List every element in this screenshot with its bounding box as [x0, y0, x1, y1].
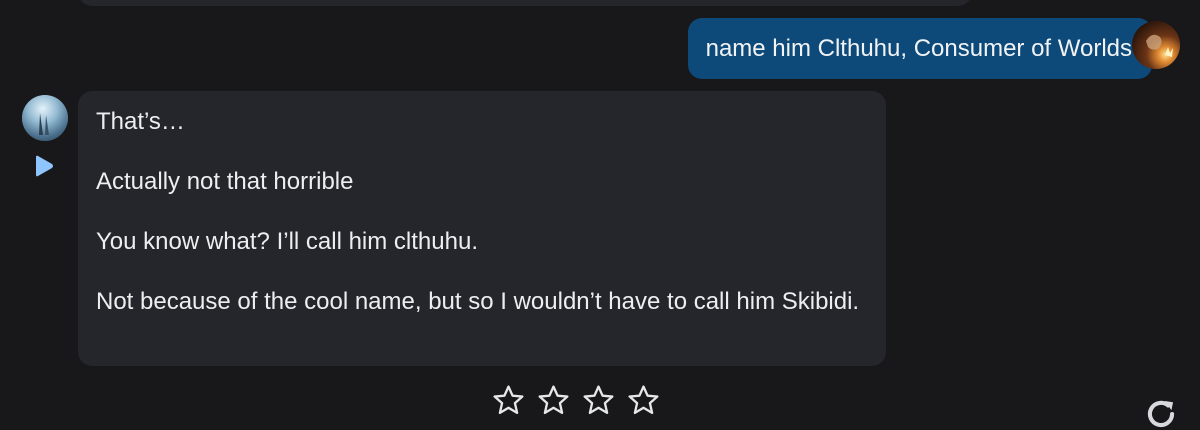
star-1-icon[interactable] — [491, 383, 526, 418]
bot-message-paragraph: You know what? I’ll call him clthuhu. — [96, 228, 478, 255]
rating-stars — [491, 383, 661, 418]
star-3-icon[interactable] — [581, 383, 616, 418]
user-message-bubble: name him Clthuhu, Consumer of Worlds — [687, 18, 1152, 79]
previous-message-bubble — [78, 0, 972, 6]
refresh-icon[interactable] — [1142, 395, 1180, 430]
star-2-icon[interactable] — [536, 383, 571, 418]
bot-message-paragraph: Actually not that horrible — [96, 168, 354, 195]
star-4-icon[interactable] — [626, 383, 661, 418]
chat-screen: name him Clthuhu, Consumer of Worlds Tha… — [0, 0, 1200, 430]
bot-message-bubble: That’s… Actually not that horrible You k… — [78, 91, 886, 366]
bot-avatar[interactable] — [22, 95, 68, 141]
play-audio-button[interactable] — [33, 154, 55, 178]
bot-avatar-image — [22, 95, 68, 141]
play-icon — [36, 155, 53, 177]
user-avatar[interactable] — [1132, 21, 1180, 69]
user-message-row: name him Clthuhu, Consumer of Worlds — [687, 18, 1180, 79]
user-avatar-image — [1132, 21, 1180, 69]
bot-message-paragraph: That’s… — [96, 108, 185, 135]
bot-message-paragraph: Not because of the cool name, but so I w… — [96, 288, 860, 315]
